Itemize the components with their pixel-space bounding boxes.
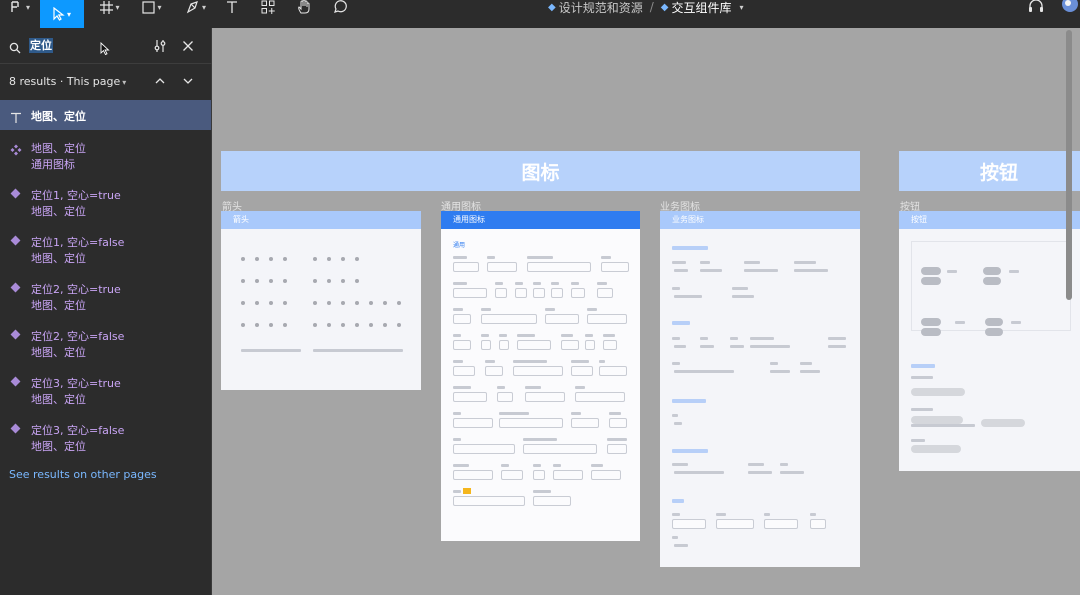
result-subtitle: 地图、定位 xyxy=(31,393,86,406)
result-subtitle: 地图、定位 xyxy=(31,205,86,218)
see-other-pages-link[interactable]: See results on other pages xyxy=(9,468,157,481)
result-subtitle: 地图、定位 xyxy=(31,346,86,359)
frame-header: 按钮 xyxy=(899,211,1080,229)
rectangle-icon xyxy=(142,0,156,14)
instance-diamond-icon xyxy=(10,329,22,341)
breadcrumb: ◆ 设计规范和资源 / ◆ 交互组件库 ▾ xyxy=(548,0,744,16)
frame-header: 通用图标 xyxy=(441,211,640,229)
result-title: 定位1, 空心=true xyxy=(31,189,121,202)
search-bar: 定位 xyxy=(0,28,212,64)
result-title: 定位3, 空心=false xyxy=(31,424,125,437)
audio-button[interactable] xyxy=(1028,0,1044,14)
frame-hash-icon xyxy=(100,0,114,14)
result-item[interactable]: 地图、定位 xyxy=(0,100,211,130)
mouse-cursor-icon xyxy=(100,41,110,60)
next-result-icon[interactable] xyxy=(182,76,194,89)
frame-arrows[interactable]: 箭头 xyxy=(221,211,421,390)
result-item[interactable]: 定位1, 空心=false 地图、定位 xyxy=(0,226,211,273)
chevron-down-icon: ▾ xyxy=(25,2,30,12)
user-avatar[interactable] xyxy=(1060,0,1080,14)
design-canvas[interactable]: 图标 按钮 箭头 箭头 通用图标 通用图标 通用 业务图标 业务图标 按钮 按钮 xyxy=(213,28,1080,595)
text-layer-icon xyxy=(10,109,22,123)
team-gem-icon: ◆ xyxy=(548,1,556,13)
result-title: 地图、定位 xyxy=(31,110,86,123)
result-subtitle: 地图、定位 xyxy=(31,440,86,453)
pen-tool-button[interactable]: ▾ xyxy=(180,0,212,14)
chevron-down-icon: ▾ xyxy=(115,2,120,12)
breadcrumb-team[interactable]: 设计规范和资源 xyxy=(559,0,643,16)
hand-tool-button[interactable] xyxy=(294,0,314,14)
results-scope-dropdown[interactable]: 8 results · This page ▾ xyxy=(9,75,126,88)
result-item[interactable]: 定位3, 空心=false 地图、定位 xyxy=(0,414,211,461)
result-title: 定位3, 空心=true xyxy=(31,377,121,390)
move-tool-button[interactable]: ▾ xyxy=(40,0,84,28)
text-t-icon xyxy=(226,0,238,14)
resources-tool-button[interactable] xyxy=(258,0,278,14)
toolbar: ▾ ▾ ▾ ▾ ▾ ◆ 设计规范和资源 / ◆ 交互组件库 ▾ xyxy=(0,0,1080,28)
result-item[interactable]: 定位2, 空心=false 地图、定位 xyxy=(0,320,211,367)
result-title: 定位1, 空心=false xyxy=(31,236,125,249)
avatar xyxy=(1060,0,1080,17)
chevron-down-icon: ▾ xyxy=(122,78,127,87)
figma-menu-icon xyxy=(10,1,24,13)
search-input[interactable]: 定位 xyxy=(29,38,53,53)
results-count-label: 8 results · This page xyxy=(9,75,121,88)
result-item[interactable]: 地图、定位 通用图标 xyxy=(0,132,211,179)
shape-tool-button[interactable]: ▾ xyxy=(136,0,168,14)
chevron-down-icon: ▾ xyxy=(66,9,71,19)
result-subtitle: 地图、定位 xyxy=(31,299,86,312)
frame-tool-button[interactable]: ▾ xyxy=(94,0,126,14)
frame-business-icons[interactable]: 业务图标 xyxy=(660,211,860,567)
frame-header: 业务图标 xyxy=(660,211,860,229)
section-header-buttons[interactable]: 按钮 xyxy=(899,151,1080,191)
result-item[interactable]: 定位2, 空心=true 地图、定位 xyxy=(0,273,211,320)
component-icon xyxy=(10,141,22,156)
instance-diamond-icon xyxy=(10,423,22,435)
find-panel: 定位 8 results · This page ▾ 地图、定位 地图、定位 通… xyxy=(0,28,212,595)
breadcrumb-separator: / xyxy=(649,0,654,14)
canvas-vertical-scrollbar[interactable] xyxy=(1066,30,1072,300)
result-item[interactable]: 定位1, 空心=true 地图、定位 xyxy=(0,179,211,226)
search-match-highlight xyxy=(463,488,471,494)
frame-general-icons[interactable]: 通用图标 通用 xyxy=(441,211,640,541)
result-title: 地图、定位 xyxy=(31,142,86,155)
close-icon[interactable] xyxy=(181,38,195,57)
result-subtitle: 通用图标 xyxy=(31,158,75,171)
cursor-arrow-icon xyxy=(53,7,65,21)
chevron-down-icon[interactable]: ▾ xyxy=(739,3,743,12)
result-title: 定位2, 空心=false xyxy=(31,330,125,343)
file-gem-icon: ◆ xyxy=(660,1,669,13)
chevron-down-icon: ▾ xyxy=(157,2,162,12)
instance-diamond-icon xyxy=(10,235,22,247)
search-icon xyxy=(9,39,21,58)
instance-diamond-icon xyxy=(10,282,22,294)
previous-result-icon[interactable] xyxy=(154,76,166,89)
result-subtitle: 地图、定位 xyxy=(31,252,86,265)
result-title: 定位2, 空心=true xyxy=(31,283,121,296)
frame-header: 箭头 xyxy=(221,211,421,229)
section-header-icons[interactable]: 图标 xyxy=(221,151,860,191)
components-icon xyxy=(261,0,275,14)
filter-settings-icon[interactable] xyxy=(153,38,167,57)
text-tool-button[interactable] xyxy=(222,0,242,14)
instance-diamond-icon xyxy=(10,188,22,200)
headphones-icon xyxy=(1028,0,1044,17)
pen-icon xyxy=(186,0,200,14)
comment-bubble-icon xyxy=(333,0,347,14)
chevron-down-icon: ▾ xyxy=(201,2,206,12)
main-menu-button[interactable]: ▾ xyxy=(2,0,38,14)
result-item[interactable]: 定位3, 空心=true 地图、定位 xyxy=(0,367,211,414)
frame-buttons[interactable]: 按钮 xyxy=(899,211,1080,471)
comment-tool-button[interactable] xyxy=(330,0,350,14)
instance-diamond-icon xyxy=(10,376,22,388)
figma-window: ▾ ▾ ▾ ▾ ▾ ◆ 设计规范和资源 / ◆ 交互组件库 ▾ 定位 8 res… xyxy=(0,0,1080,595)
frame-subheading: 通用 xyxy=(453,242,466,249)
breadcrumb-file[interactable]: 交互组件库 xyxy=(671,0,731,16)
results-summary: 8 results · This page ▾ xyxy=(0,64,212,100)
hand-icon xyxy=(297,0,311,14)
